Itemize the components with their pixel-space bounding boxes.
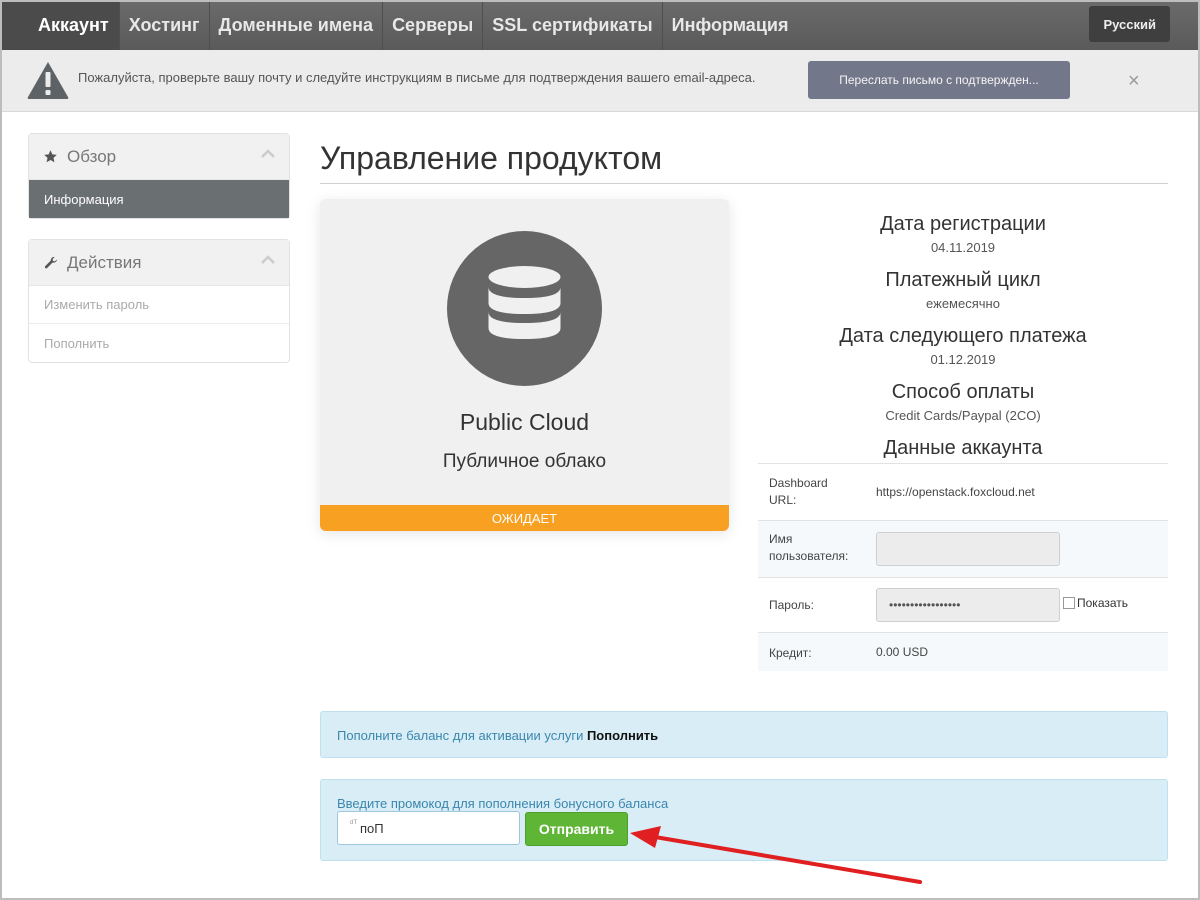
table-row: Пароль: ••••••••••••••••• Показать (758, 578, 1168, 633)
resend-confirmation-button[interactable]: Переслать письмо с подтвержден... (808, 61, 1070, 99)
billing-cycle-block: Платежный цикл ежемесячно (758, 269, 1168, 311)
nav-servers[interactable]: Серверы (383, 0, 484, 50)
promo-code-value: поП (360, 820, 384, 836)
topup-notice-content: Пополните баланс для активации услуги По… (337, 728, 658, 743)
dashboard-url-label: Dashboard URL: (769, 476, 828, 507)
account-data-heading-block: Данные аккаунта (758, 437, 1168, 460)
close-icon[interactable]: × (1128, 70, 1140, 93)
registration-date-label: Дата регистрации (880, 213, 1046, 235)
username-label: Имя пользователя: (769, 532, 849, 563)
registration-date-value: 04.11.2019 (930, 240, 996, 255)
topup-link[interactable]: Пополнить (587, 728, 658, 743)
chevron-up-icon[interactable] (261, 148, 275, 158)
alert-message: Пожалуйста, проверьте вашу почту и следу… (78, 70, 756, 85)
nav-hosting[interactable]: Хостинг (120, 0, 210, 50)
language-button[interactable]: Русский (1089, 6, 1170, 42)
username-field[interactable] (876, 532, 1060, 566)
account-table: Dashboard URL: https://openstack.foxclou… (758, 463, 1168, 671)
billing-cycle-value: ежемесячно (926, 296, 1000, 311)
promo-code-input[interactable]: ᵈᵀ поП (337, 811, 520, 845)
sidebar-item-information[interactable]: Информация (29, 180, 289, 218)
show-password-checkbox[interactable] (1063, 597, 1075, 609)
warning-triangle-icon (27, 62, 69, 99)
registration-date-block: Дата регистрации 04.11.2019 (758, 213, 1168, 255)
credit-label: Кредит: (769, 646, 812, 660)
payment-method-value: Credit Cards/Paypal (2CO) (885, 408, 1041, 423)
show-password-toggle[interactable]: Показать (1063, 596, 1128, 610)
sidebar-overview-panel: Обзор Информация (28, 133, 290, 219)
status-badge: ОЖИДАЕТ (320, 505, 729, 531)
title-divider (320, 183, 1168, 184)
password-label: Пароль: (769, 598, 814, 612)
credit-value: 0.00 USD (876, 645, 929, 659)
sidebar-actions-header[interactable]: Действия (29, 240, 289, 286)
submit-promo-button[interactable]: Отправить (525, 812, 628, 846)
table-row: Имя пользователя: (758, 521, 1168, 578)
table-row: Dashboard URL: https://openstack.foxclou… (758, 464, 1168, 521)
database-icon (447, 231, 602, 386)
sidebar-overview-header[interactable]: Обзор (29, 134, 289, 180)
billing-cycle-label: Платежный цикл (885, 269, 1041, 291)
table-row: Кредит: 0.00 USD (758, 633, 1168, 671)
annotation-arrow (630, 826, 922, 884)
account-data-heading: Данные аккаунта (883, 437, 1043, 459)
sidebar-item-change-password[interactable]: Изменить пароль (29, 286, 289, 324)
promo-instruction: Введите промокод для пополнения бонусног… (337, 796, 669, 811)
topup-notice: Пополните баланс для активации услуги По… (320, 711, 1168, 758)
show-password-label: Показать (1077, 596, 1129, 610)
topup-notice-text: Пополните баланс для активации услуги (337, 728, 587, 743)
input-artifact-glyph: ᵈᵀ (350, 818, 358, 828)
star-icon (43, 149, 59, 164)
nav-info[interactable]: Информация (663, 0, 798, 50)
next-payment-label: Дата следующего платежа (839, 325, 1087, 347)
nav-ssl[interactable]: SSL сертификаты (483, 0, 663, 50)
top-navbar: Аккаунт Хостинг Доменные имена Серверы S… (0, 0, 1200, 50)
chevron-up-icon[interactable] (261, 254, 275, 264)
payment-method-label: Способ оплаты (891, 381, 1035, 403)
sidebar-item-topup[interactable]: Пополнить (29, 324, 289, 362)
password-field[interactable]: ••••••••••••••••• (876, 588, 1060, 622)
product-name: Public Cloud (459, 409, 590, 435)
sidebar-actions-title: Действия (67, 252, 142, 272)
sidebar-overview-title: Обзор (67, 146, 117, 166)
next-payment-block: Дата следующего платежа 01.12.2019 (758, 325, 1168, 367)
sidebar-actions-panel: Действия Изменить пароль Пополнить (28, 239, 290, 363)
payment-method-block: Способ оплаты Credit Cards/Paypal (2CO) (758, 381, 1168, 423)
dashboard-url-link[interactable]: https://openstack.foxcloud.net (876, 485, 1035, 499)
nav-domains[interactable]: Доменные имена (210, 0, 384, 50)
nav-account[interactable]: Аккаунт (0, 0, 120, 50)
product-card: Public Cloud Публичное облако ОЖИДАЕТ (320, 199, 729, 531)
page-title: Управление продуктом (320, 140, 663, 176)
product-subtitle: Публичное облако (442, 451, 607, 472)
wrench-icon (43, 255, 59, 271)
next-payment-value: 01.12.2019 (930, 352, 996, 367)
